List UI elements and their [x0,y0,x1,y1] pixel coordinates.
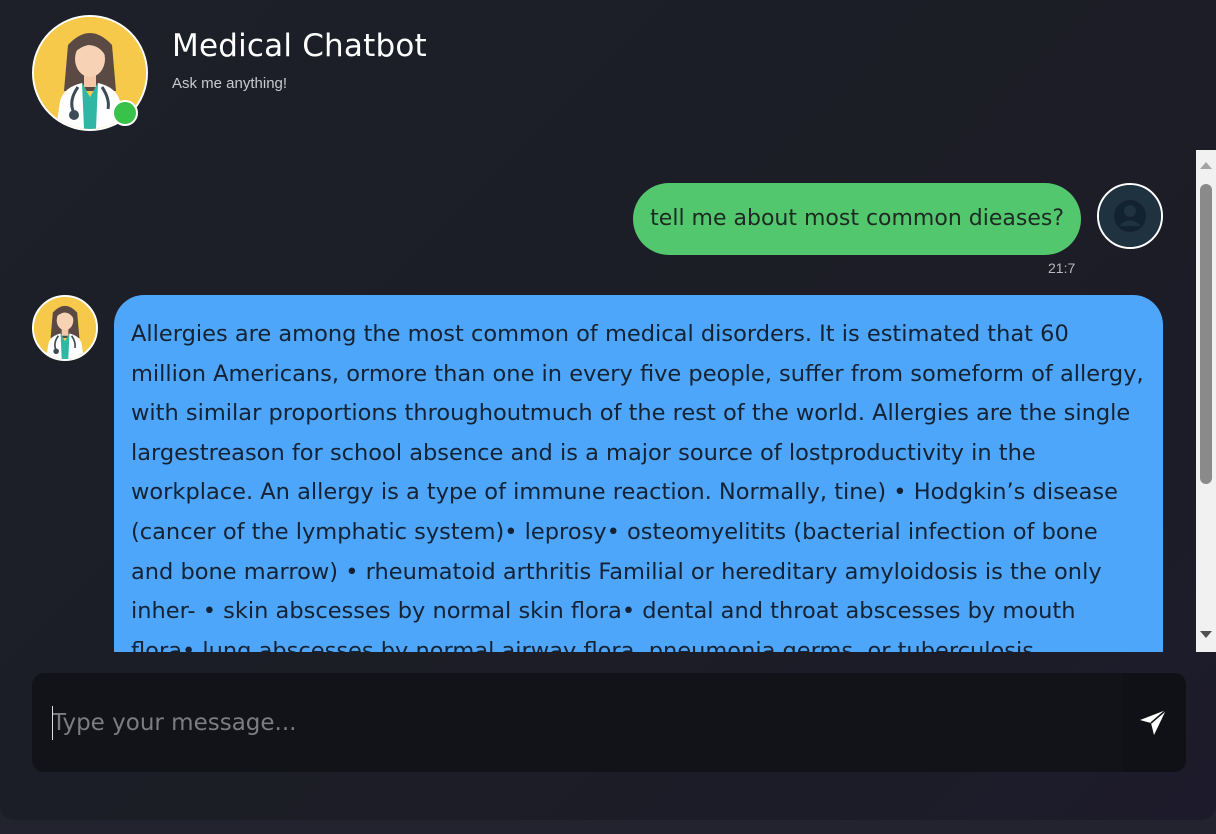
message-input[interactable] [32,673,1122,772]
scroll-down-icon[interactable] [1200,631,1212,638]
online-status-indicator [112,100,138,126]
scroll-thumb[interactable] [1200,184,1212,484]
chat-scrollbar[interactable] [1196,150,1216,652]
chat-window: Medical Chatbot Ask me anything! tell me… [0,0,1216,820]
send-icon [1140,709,1167,735]
text-cursor [52,706,53,740]
message-composer [32,673,1186,772]
doctor-avatar-icon [32,295,98,361]
message-timestamp: 21:7 [1048,260,1076,276]
bot-message-bubble: Allergies are among the most common of m… [114,295,1163,652]
user-message-bubble: tell me about most common dieases? [633,183,1081,255]
message-list[interactable]: tell me about most common dieases? 21:7 [0,150,1196,652]
chat-header: Medical Chatbot Ask me anything! [0,0,1216,148]
user-icon [1097,183,1163,249]
scroll-up-icon[interactable] [1200,162,1212,169]
page-title: Medical Chatbot [172,28,427,64]
send-button[interactable] [1122,673,1186,772]
page-subtitle: Ask me anything! [172,75,288,92]
